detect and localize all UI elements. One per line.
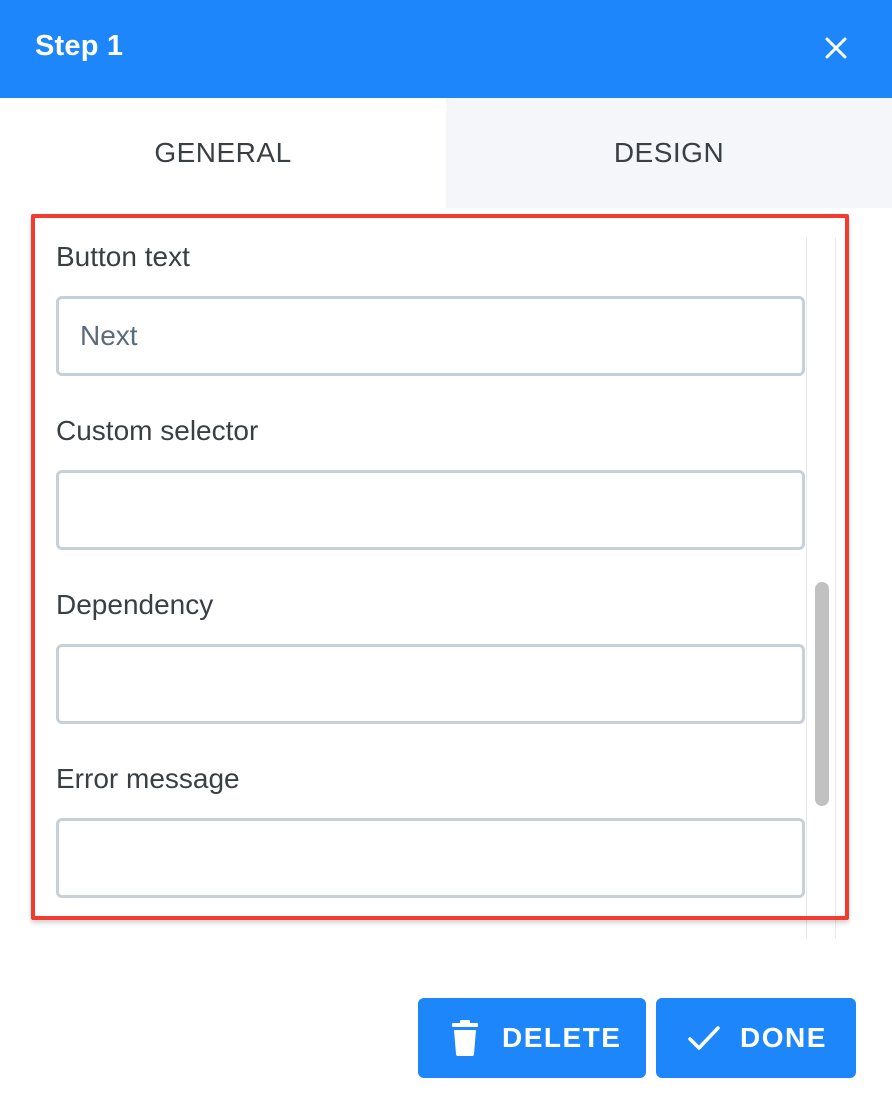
button-text-input[interactable] (56, 296, 805, 376)
trash-icon (452, 1020, 478, 1056)
tab-design[interactable]: DESIGN (446, 98, 892, 208)
scrollbar-thumb[interactable] (815, 582, 829, 806)
error-message-label: Error message (56, 763, 240, 794)
done-button-label: DONE (740, 1022, 827, 1053)
delete-button-label: DELETE (502, 1022, 622, 1053)
tab-bar: GENERAL DESIGN (0, 98, 892, 208)
dependency-label: Dependency (56, 589, 214, 620)
tab-general[interactable]: GENERAL (0, 98, 446, 208)
error-message-input[interactable] (56, 818, 805, 898)
check-icon (688, 1026, 720, 1050)
form-scroll-area: Button text Custom selector Dependency E… (35, 238, 805, 938)
delete-button[interactable]: DELETE (418, 998, 646, 1078)
dialog-header: Step 1 (0, 0, 892, 98)
dialog-title: Step 1 (35, 30, 124, 62)
custom-selector-label: Custom selector (56, 415, 259, 446)
button-text-label: Button text (56, 241, 190, 272)
scrollbar[interactable] (806, 238, 836, 938)
done-button[interactable]: DONE (656, 998, 856, 1078)
close-icon[interactable] (818, 30, 854, 66)
custom-selector-input[interactable] (56, 470, 805, 550)
dependency-input[interactable] (56, 644, 805, 724)
